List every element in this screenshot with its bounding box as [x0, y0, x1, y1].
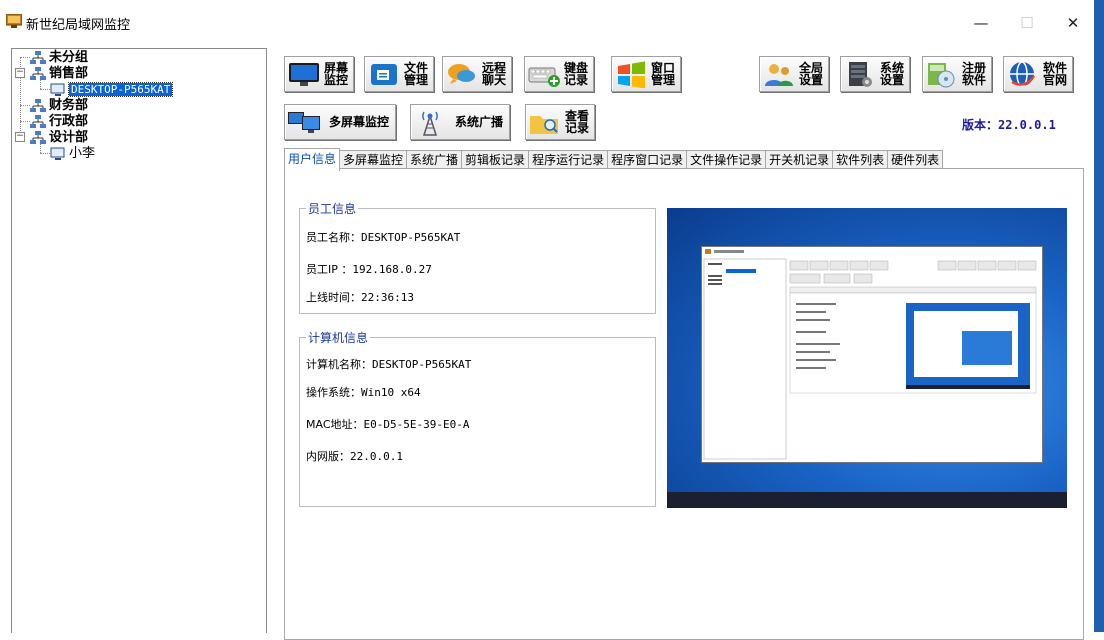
tree-label: DESKTOP-P565KAT [67, 82, 174, 97]
minimize-button[interactable]: — [958, 10, 1004, 36]
windows-logo-icon [618, 61, 645, 88]
tab-software-list[interactable]: 软件列表 [832, 150, 889, 170]
tab-hardware-list[interactable]: 硬件列表 [887, 150, 944, 170]
version-label: 版本：22.0.0.1 [962, 118, 1056, 132]
employee-info-group: 员工信息 员工名称：DESKTOP-P565KAT 员工IP ：192.168.… [299, 200, 656, 314]
online-time-value: 22:36:13 [361, 291, 414, 304]
tree-label: 销售部 [49, 66, 89, 81]
os-value: Win10 x64 [361, 386, 421, 399]
tree-item-sales[interactable]: 销售部 [30, 66, 88, 82]
group-icon [30, 66, 46, 81]
group-title: 员工信息 [306, 200, 359, 217]
window-title: 新世纪局域网监控 [26, 18, 131, 33]
tab-program-run-log[interactable]: 程序运行记录 [528, 150, 609, 170]
employee-ip-value: 192.168.0.27 [352, 263, 432, 276]
system-broadcast-button[interactable]: 系统广播 [410, 104, 510, 140]
screen-monitor-button[interactable]: 屏幕监控 [284, 56, 354, 92]
tab-broadcast[interactable]: 系统广播 [406, 150, 463, 170]
maximize-button[interactable]: ☐ [1004, 10, 1050, 36]
tab-file-operation-log[interactable]: 文件操作记录 [686, 150, 767, 170]
globe-icon [1010, 61, 1036, 87]
collapse-toggle-icon[interactable]: − [15, 68, 25, 78]
remote-chat-button[interactable]: 远程聊天 [442, 56, 512, 92]
department-tree[interactable]: − − 未分组 销售部 DESKTOP-P565KAT 财务部 行政部 设计部 … [11, 48, 267, 633]
tab-program-window-log[interactable]: 程序窗口记录 [607, 150, 688, 170]
preview-taskbar [667, 492, 1067, 508]
online-time-row: 上线时间：22:36:13 [306, 291, 414, 304]
tree-item-xiaoli[interactable]: 小李 [50, 146, 95, 162]
employee-name-value: DESKTOP-P565KAT [361, 231, 461, 244]
tree-item-computer[interactable]: DESKTOP-P565KAT [50, 82, 174, 98]
file-manage-button[interactable]: 文件管理 [364, 56, 434, 92]
computer-icon [50, 83, 66, 97]
tree-label: 未分组 [49, 50, 89, 65]
keyboard-icon [528, 67, 560, 87]
folder-search-icon [530, 116, 558, 134]
tab-clipboard-log[interactable]: 剪辑板记录 [461, 150, 530, 170]
tab-strip: 用户信息 多屏幕监控 系统广播 剪辑板记录 程序运行记录 程序窗口记录 文件操作… [284, 148, 944, 171]
view-log-button[interactable]: 查看记录 [525, 104, 595, 140]
computer-name-row: 计算机名称：DESKTOP-P565KAT [306, 358, 472, 371]
screen-preview[interactable] [667, 208, 1067, 508]
group-icon [30, 130, 46, 145]
system-settings-button[interactable]: 系统设置 [840, 56, 910, 92]
window-manage-button[interactable]: 窗口管理 [611, 56, 681, 92]
lan-version-row: 内网版：22.0.0.1 [306, 450, 403, 463]
computer-name-value: DESKTOP-P565KAT [372, 358, 472, 371]
tree-item-design[interactable]: 设计部 [30, 130, 88, 146]
folder-icon [371, 64, 397, 85]
group-icon [30, 114, 46, 129]
users-icon [765, 64, 793, 86]
os-row: 操作系统：Win10 x64 [306, 386, 421, 399]
group-icon [30, 98, 46, 113]
tab-multi-screen[interactable]: 多屏幕监控 [339, 150, 408, 170]
employee-name-row: 员工名称：DESKTOP-P565KAT [306, 231, 461, 244]
employee-ip-row: 员工IP ：192.168.0.27 [306, 263, 432, 276]
title-bar: 新世纪局域网监控 — ☐ ✕ [0, 0, 1104, 44]
close-button[interactable]: ✕ [1050, 10, 1096, 36]
computer-icon [50, 147, 66, 161]
tree-label: 行政部 [49, 114, 89, 129]
install-disc-icon [928, 63, 955, 88]
tree-item-admin[interactable]: 行政部 [30, 114, 88, 130]
collapse-toggle-icon[interactable]: − [15, 132, 25, 142]
chat-icon [448, 64, 475, 84]
broadcast-tower-icon [422, 111, 438, 136]
group-title: 计算机信息 [306, 329, 371, 346]
lan-version-value: 22.0.0.1 [350, 450, 403, 463]
tab-power-log[interactable]: 开关机记录 [765, 150, 834, 170]
monitor-icon [289, 63, 319, 86]
tab-user-info[interactable]: 用户信息 [284, 148, 341, 171]
computer-info-group: 计算机信息 计算机名称：DESKTOP-P565KAT 操作系统：Win10 x… [299, 329, 656, 507]
mac-row: MAC地址：E0-D5-5E-39-E0-A [306, 418, 470, 431]
preview-window-thumbnail [701, 246, 1043, 463]
multi-screen-monitor-button[interactable]: 多屏幕监控 [284, 104, 396, 140]
website-button[interactable]: 软件官网 [1003, 56, 1073, 92]
global-settings-button[interactable]: 全局设置 [759, 56, 829, 92]
mac-value: E0-D5-5E-39-E0-A [363, 418, 470, 431]
keyboard-log-button[interactable]: 键盘记录 [524, 56, 594, 92]
tree-item-unassigned[interactable]: 未分组 [30, 50, 88, 66]
tree-label: 小李 [69, 146, 96, 161]
register-button[interactable]: 注册软件 [922, 56, 992, 92]
tree-item-finance[interactable]: 财务部 [30, 98, 88, 114]
group-icon [30, 50, 46, 65]
app-icon [5, 13, 23, 28]
server-icon [849, 62, 872, 87]
desktop-background [1094, 0, 1104, 632]
tree-label: 设计部 [49, 130, 89, 145]
multi-monitor-icon [288, 112, 320, 133]
tree-label: 财务部 [49, 98, 89, 113]
